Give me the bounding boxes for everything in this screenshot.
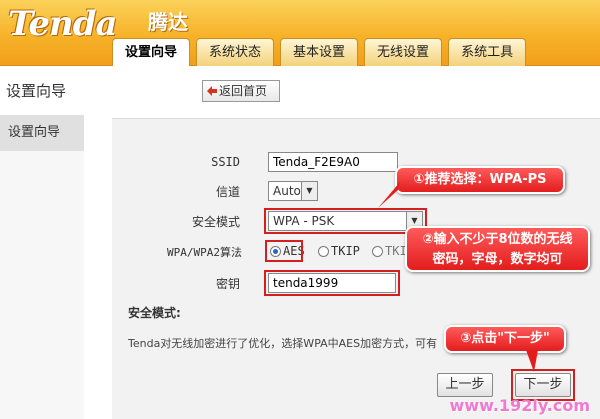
callout-next: ③点击"下一步": [444, 325, 566, 353]
sidebar-title: 设置向导: [6, 82, 67, 100]
security-mode-select[interactable]: WPA - PSK ▼: [268, 211, 423, 231]
sidebar-background: [0, 151, 84, 419]
algorithm-label: WPA/WPA2算法: [167, 246, 242, 259]
key-label: 密钥: [215, 277, 240, 291]
callout-password-line1: ②输入不少于8位数的无线: [422, 232, 573, 247]
main-tabs: 设置向导 系统状态 基本设置 无线设置 系统工具: [112, 38, 527, 66]
callout-pointer-icon: [378, 182, 400, 208]
callout-recommend-text: ①推荐选择：WPA-PS: [413, 172, 547, 187]
key-input[interactable]: tenda1999: [268, 273, 396, 293]
tenda-logo-cn: 腾达: [148, 10, 188, 34]
tkip-label: TKIP: [331, 244, 360, 258]
security-description: Tenda对无线加密进行了优化，选择WPA中AES加密方式，可有: [128, 337, 438, 350]
aes-radio[interactable]: AES: [270, 244, 305, 258]
aes-label: AES: [283, 244, 305, 258]
tab-setup-wizard[interactable]: 设置向导: [112, 38, 191, 66]
tenda-logo: Tenda: [8, 4, 118, 44]
callout-password: ②输入不少于8位数的无线 密码，字母，数字均可: [405, 226, 590, 272]
ssid-input[interactable]: Tenda_F2E9A0: [268, 152, 398, 172]
callout-password-line2: 密码，字母，数字均可: [432, 252, 563, 267]
sidebar-item-setup-wizard[interactable]: 设置向导: [0, 115, 84, 151]
return-arrow-icon: [207, 86, 217, 96]
ssid-label: SSID: [211, 155, 240, 169]
channel-value: Auto: [273, 184, 301, 198]
header-banner: Tenda 腾达 设置向导 系统状态 基本设置 无线设置 系统工具: [0, 0, 600, 66]
chevron-down-icon: ▼: [301, 182, 317, 200]
radio-unchecked-icon: [372, 245, 383, 257]
tab-wireless-settings[interactable]: 无线设置: [364, 38, 443, 66]
tab-system-status[interactable]: 系统状态: [196, 38, 275, 66]
channel-select[interactable]: Auto ▼: [268, 181, 318, 201]
prev-button[interactable]: 上一步: [437, 373, 493, 397]
callout-pointer-icon: [526, 350, 538, 372]
tkip-radio[interactable]: TKIP: [318, 244, 360, 258]
radio-checked-icon: [270, 245, 281, 257]
tab-system-tools[interactable]: 系统工具: [448, 38, 527, 66]
security-mode-heading: 安全模式:: [128, 306, 181, 320]
callout-recommend: ①推荐选择：WPA-PS: [395, 166, 565, 194]
return-home-label: 返回首页: [219, 84, 268, 98]
channel-label: 信道: [215, 185, 240, 199]
callout-next-text: ③点击"下一步": [460, 331, 550, 346]
next-button[interactable]: 下一步: [515, 373, 571, 397]
security-mode-value: WPA - PSK: [273, 214, 335, 228]
security-mode-label: 安全模式: [191, 215, 240, 229]
tab-basic-settings[interactable]: 基本设置: [280, 38, 359, 66]
site-watermark: www.192ly.com: [449, 396, 590, 415]
radio-unchecked-icon: [318, 245, 329, 257]
return-home-button[interactable]: 返回首页: [202, 80, 280, 102]
